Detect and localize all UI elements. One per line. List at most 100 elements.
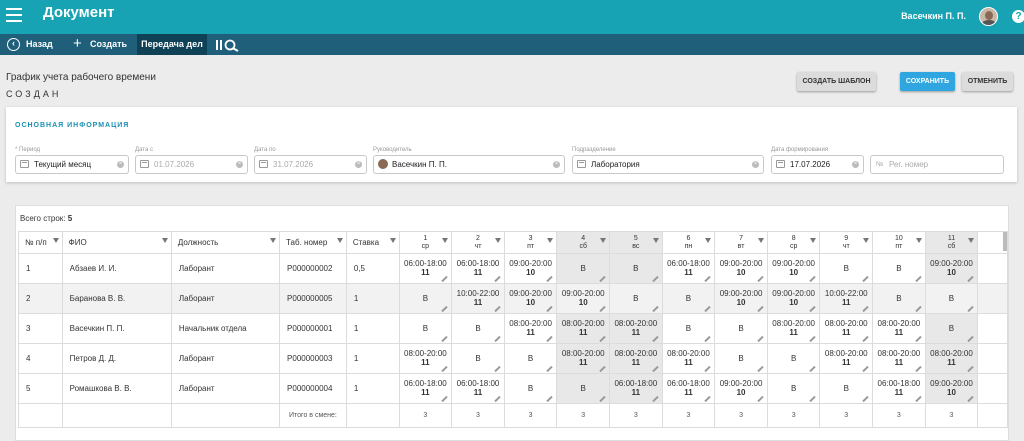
schedule-cell[interactable]: В xyxy=(503,373,558,404)
table-row[interactable]: 1 Абзаев И. И. Лаборант Р000000002 0,5 06:00-… xyxy=(18,253,1008,284)
schedule-cell[interactable]: 06:00-18:00 11 xyxy=(661,253,716,284)
filter-icon[interactable] xyxy=(600,238,607,243)
pencil-icon[interactable] xyxy=(967,305,974,313)
clear-icon[interactable]: × xyxy=(852,161,859,168)
pencil-icon[interactable] xyxy=(967,335,974,343)
schedule-cell[interactable]: 08:00-20:00 11 xyxy=(556,343,611,374)
col-header-day[interactable]: 7 вт xyxy=(714,231,768,254)
clear-icon[interactable]: × xyxy=(236,161,243,168)
filter-icon[interactable] xyxy=(757,238,764,243)
schedule-cell[interactable]: 09:00-20:00 10 xyxy=(503,283,558,314)
filter-icon[interactable] xyxy=(810,238,817,243)
pencil-icon[interactable] xyxy=(651,305,659,313)
pencil-icon[interactable] xyxy=(546,395,554,403)
filter-icon[interactable] xyxy=(389,238,396,243)
clear-icon[interactable]: × xyxy=(553,161,560,168)
pencil-icon[interactable] xyxy=(914,275,922,283)
filter-icon[interactable] xyxy=(652,238,659,243)
schedule-cell[interactable]: В xyxy=(714,313,768,344)
schedule-cell[interactable]: В xyxy=(819,253,874,284)
transfer-button[interactable]: Передача дел xyxy=(137,34,207,55)
pencil-icon[interactable] xyxy=(651,275,659,283)
col-header-num[interactable]: № п/п xyxy=(18,231,63,254)
formed-date-field[interactable]: 17.07.2026 × xyxy=(771,155,864,174)
col-header-position[interactable]: Должность xyxy=(170,231,281,254)
user-name[interactable]: Васечкин П. П. xyxy=(901,11,966,21)
menu-icon[interactable] xyxy=(6,8,22,22)
schedule-cell[interactable]: 08:00-20:00 11 xyxy=(872,313,926,344)
schedule-cell[interactable]: В xyxy=(451,343,505,374)
clear-icon[interactable]: × xyxy=(355,161,362,168)
schedule-cell[interactable]: 08:00-20:00 11 xyxy=(398,343,453,374)
schedule-cell[interactable]: В xyxy=(398,313,453,344)
date-to-field[interactable]: 31.07.2026 × xyxy=(254,155,367,174)
back-button[interactable]: Назад xyxy=(26,34,53,55)
department-field[interactable]: Лаборатория × xyxy=(572,155,764,174)
period-field[interactable]: Текущий месяц × xyxy=(15,155,129,174)
schedule-cell[interactable]: 06:00-18:00 11 xyxy=(661,373,716,404)
pencil-icon[interactable] xyxy=(704,335,711,343)
user-avatar[interactable] xyxy=(979,7,998,26)
pencil-icon[interactable] xyxy=(599,395,606,403)
schedule-cell[interactable]: В xyxy=(661,313,716,344)
pencil-icon[interactable] xyxy=(757,335,764,343)
table-row[interactable]: 3 Васечкин П. П. Начальник отдела Р00000000… xyxy=(18,313,1008,344)
col-header-tab-number[interactable]: Таб. номер xyxy=(279,231,347,254)
schedule-cell[interactable]: 08:00-20:00 11 xyxy=(661,343,716,374)
schedule-cell[interactable]: В xyxy=(819,373,874,404)
schedule-cell[interactable]: В xyxy=(714,343,768,374)
schedule-cell[interactable]: 09:00-20:00 10 xyxy=(714,283,768,314)
schedule-cell[interactable]: В xyxy=(609,253,663,284)
pencil-icon[interactable] xyxy=(757,365,764,373)
filter-icon[interactable] xyxy=(915,238,922,243)
schedule-cell[interactable]: В xyxy=(872,253,926,284)
table-row[interactable]: 4 Петров Д. Д. Лаборант Р000000003 1 08:00-20… xyxy=(18,343,1008,374)
create-button[interactable]: Создать xyxy=(90,34,127,55)
manager-field[interactable]: Васечкин П. П. × xyxy=(373,155,565,174)
schedule-cell[interactable]: В xyxy=(872,283,926,314)
schedule-cell[interactable]: 08:00-20:00 11 xyxy=(609,313,663,344)
schedule-cell[interactable]: В xyxy=(503,343,558,374)
help-icon[interactable]: ? xyxy=(1012,10,1024,23)
schedule-cell[interactable]: В xyxy=(924,313,979,344)
filter-icon[interactable] xyxy=(863,238,870,243)
save-button[interactable]: СОХРАНИТЬ xyxy=(900,72,955,91)
schedule-cell[interactable]: 09:00-20:00 10 xyxy=(714,373,768,404)
schedule-cell[interactable]: 08:00-20:00 11 xyxy=(503,313,558,344)
filter-icon[interactable] xyxy=(442,238,449,243)
col-header-fio[interactable]: ФИО xyxy=(61,231,172,254)
pencil-icon[interactable] xyxy=(809,365,817,373)
schedule-cell[interactable]: 09:00-20:00 10 xyxy=(766,253,821,284)
schedule-cell[interactable]: 06:00-18:00 11 xyxy=(398,373,453,404)
pencil-icon[interactable] xyxy=(862,395,869,403)
schedule-cell[interactable]: 06:00-18:00 11 xyxy=(451,253,505,284)
col-header-day[interactable]: 3 пт xyxy=(503,231,558,254)
col-header-day[interactable]: 4 сб xyxy=(556,231,611,254)
filter-icon[interactable] xyxy=(336,238,343,243)
schedule-cell[interactable]: 10:00-22:00 11 xyxy=(819,283,874,314)
clear-icon[interactable]: × xyxy=(752,161,759,168)
filter-icon[interactable] xyxy=(52,238,59,243)
col-header-rate[interactable]: Ставка xyxy=(345,231,400,254)
col-header-day[interactable]: 1 ср xyxy=(398,231,453,254)
filter-icon[interactable] xyxy=(494,238,501,243)
schedule-cell[interactable]: 10:00-22:00 11 xyxy=(451,283,505,314)
schedule-cell[interactable]: 06:00-18:00 11 xyxy=(451,373,505,404)
schedule-cell[interactable]: 08:00-20:00 11 xyxy=(819,313,874,344)
schedule-cell[interactable]: 09:00-20:00 10 xyxy=(556,283,611,314)
pencil-icon[interactable] xyxy=(494,365,501,373)
filter-icon[interactable] xyxy=(270,238,277,243)
cancel-button[interactable]: ОТМЕНИТЬ xyxy=(962,72,1013,91)
clear-icon[interactable]: × xyxy=(117,161,124,168)
schedule-cell[interactable]: В xyxy=(556,253,611,284)
col-header-day[interactable]: 11 сб xyxy=(924,231,979,254)
col-header-day[interactable]: 8 ср xyxy=(766,231,821,254)
pencil-icon[interactable] xyxy=(546,365,554,373)
filter-icon[interactable] xyxy=(968,238,975,243)
schedule-cell[interactable]: 09:00-20:00 10 xyxy=(714,253,768,284)
pencil-icon[interactable] xyxy=(441,335,448,343)
col-header-day[interactable]: 5 вс xyxy=(609,231,663,254)
table-row[interactable]: 2 Баранова В. В. Лаборант Р000000005 1 В 10:00… xyxy=(18,283,1008,314)
plus-icon[interactable]: + xyxy=(73,35,82,52)
reg-number-field[interactable]: № Рег. номер xyxy=(870,155,1004,174)
